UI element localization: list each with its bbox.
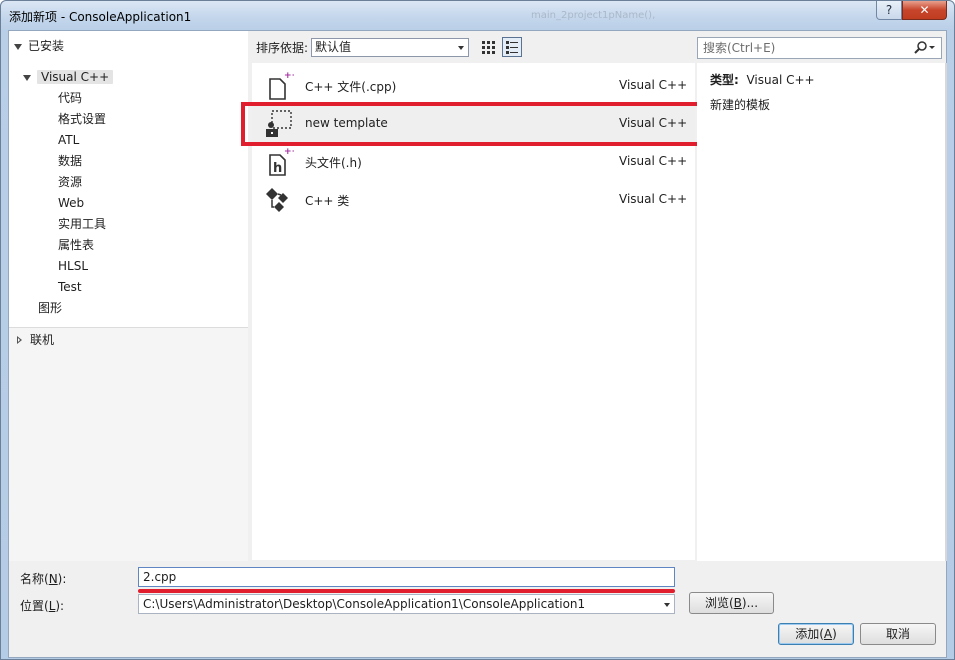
window-title: 添加新项 - ConsoleApplication1 <box>9 10 192 24</box>
sort-value: 默认值 <box>315 40 352 54</box>
tree-node-child[interactable]: ATL <box>58 131 79 150</box>
cancel-button[interactable]: 取消 <box>860 623 936 645</box>
dropdown-arrow-icon <box>458 46 464 50</box>
name-underline-annotation <box>138 589 675 593</box>
location-label: 位置(L): <box>20 599 65 613</box>
tree-label-installed: 已安装 <box>28 39 65 53</box>
tree-label-graphics: 图形 <box>38 301 63 315</box>
details-edge <box>945 63 947 561</box>
expand-arrow-icon[interactable] <box>23 74 31 81</box>
browse-button[interactable]: 浏览(B)... <box>689 592 774 614</box>
template-language: Visual C++ <box>619 154 688 168</box>
tree-node-graphics[interactable]: 图形 <box>38 299 62 318</box>
grid-view-icon <box>482 41 495 54</box>
tree-label: Test <box>58 280 82 294</box>
dropdown-arrow-icon <box>664 603 670 607</box>
template-list: ++ C++ 文件(.cpp) Visual C++ new template … <box>252 63 695 560</box>
tree-node-visual-cpp[interactable]: Visual C++ <box>23 68 114 87</box>
template-language: Visual C++ <box>619 192 688 206</box>
template-language: Visual C++ <box>619 78 688 92</box>
collapse-arrow-icon[interactable] <box>17 335 22 344</box>
tree-node-child[interactable]: 代码 <box>58 89 82 108</box>
add-button[interactable]: 添加(A) <box>778 623 854 645</box>
tree-node-online[interactable]: 联机 <box>17 331 54 350</box>
tree-label: 代码 <box>58 91 83 105</box>
details-pane: 类型: Visual C++ 新建的模板 <box>697 63 945 561</box>
title-buttons: ? ✕ <box>876 1 947 20</box>
details-type-label: 类型: <box>710 73 739 87</box>
tree-node-child[interactable]: 资源 <box>58 173 82 192</box>
details-type-value: Visual C++ <box>746 73 815 87</box>
svg-text:++: ++ <box>284 71 294 81</box>
template-name: C++ 类 <box>305 194 350 208</box>
tree-node-child[interactable]: 属性表 <box>58 236 94 255</box>
tree-node-child[interactable]: Test <box>58 278 82 297</box>
tree-node-child[interactable]: 数据 <box>58 152 82 171</box>
cpp-file-icon: ++ <box>269 71 294 100</box>
tree-label: 格式设置 <box>58 112 107 126</box>
sort-dropdown[interactable]: 默认值 <box>311 38 469 57</box>
search-placeholder: 搜索(Ctrl+E) <box>703 41 776 55</box>
location-value: C:\Users\Administrator\Desktop\ConsoleAp… <box>143 597 586 611</box>
template-language: Visual C++ <box>619 116 688 130</box>
template-name: new template <box>305 116 388 130</box>
tree-label: ATL <box>58 133 80 147</box>
tree-label: 属性表 <box>58 238 95 252</box>
search-button[interactable] <box>913 40 937 56</box>
location-combobox[interactable]: C:\Users\Administrator\Desktop\ConsoleAp… <box>138 594 675 614</box>
title-bar[interactable]: 添加新项 - ConsoleApplication1 main_2project… <box>1 1 954 31</box>
tree-label: 实用工具 <box>58 217 107 231</box>
tree-node-child[interactable]: HLSL <box>58 257 88 276</box>
background-editor-tab: main_2project1pName(), <box>531 10 656 21</box>
tree-node-child[interactable]: Web <box>58 194 84 213</box>
template-icon <box>266 110 292 137</box>
class-icon <box>266 188 288 212</box>
tree-divider <box>9 327 248 328</box>
search-input[interactable]: 搜索(Ctrl+E) <box>697 37 942 59</box>
category-tree: 已安装 Visual C++ 代码格式设置 ATL 数据资源 Web 实用工具属性表 HL… <box>9 31 248 561</box>
template-item-new-template[interactable]: new template Visual C++ <box>252 104 695 142</box>
grid-view-button[interactable] <box>478 37 498 57</box>
list-view-icon <box>506 41 518 54</box>
name-input[interactable]: 2.cpp <box>138 567 675 587</box>
tree-label: 数据 <box>58 154 83 168</box>
close-button[interactable]: ✕ <box>902 1 947 20</box>
help-button[interactable]: ? <box>876 1 902 20</box>
tree-node-child[interactable]: 实用工具 <box>58 215 106 234</box>
sort-label: 排序依据: <box>256 41 309 55</box>
tree-node-installed[interactable]: 已安装 <box>14 37 64 56</box>
expand-arrow-icon[interactable] <box>14 43 22 50</box>
tree-label-visual-cpp: Visual C++ <box>37 70 114 84</box>
svg-text:h: h <box>273 161 282 176</box>
details-description: 新建的模板 <box>710 98 771 112</box>
svg-text:++: ++ <box>284 147 294 157</box>
template-item-cpp-file[interactable]: ++ C++ 文件(.cpp) Visual C++ <box>252 66 695 104</box>
details-type: 类型: Visual C++ <box>710 71 815 88</box>
template-item-header-file[interactable]: h ++ 头文件(.h) Visual C++ <box>252 142 695 180</box>
template-item-cpp-class[interactable]: C++ 类 Visual C++ <box>252 180 695 218</box>
tree-label: 资源 <box>58 175 83 189</box>
tree-node-child[interactable]: 格式设置 <box>58 110 106 129</box>
template-name: 头文件(.h) <box>305 156 362 170</box>
tree-label: Web <box>58 196 85 210</box>
name-label: 名称(N): <box>20 572 67 586</box>
search-icon <box>914 41 935 54</box>
tree-label: HLSL <box>58 259 89 273</box>
template-name: C++ 文件(.cpp) <box>305 80 397 94</box>
tree-label-online: 联机 <box>30 333 55 347</box>
header-file-icon: h ++ <box>269 147 294 176</box>
list-view-button[interactable] <box>502 37 522 57</box>
installed-section: 已安装 Visual C++ 代码格式设置 ATL 数据资源 Web 实用工具属性表 HL… <box>9 31 248 327</box>
